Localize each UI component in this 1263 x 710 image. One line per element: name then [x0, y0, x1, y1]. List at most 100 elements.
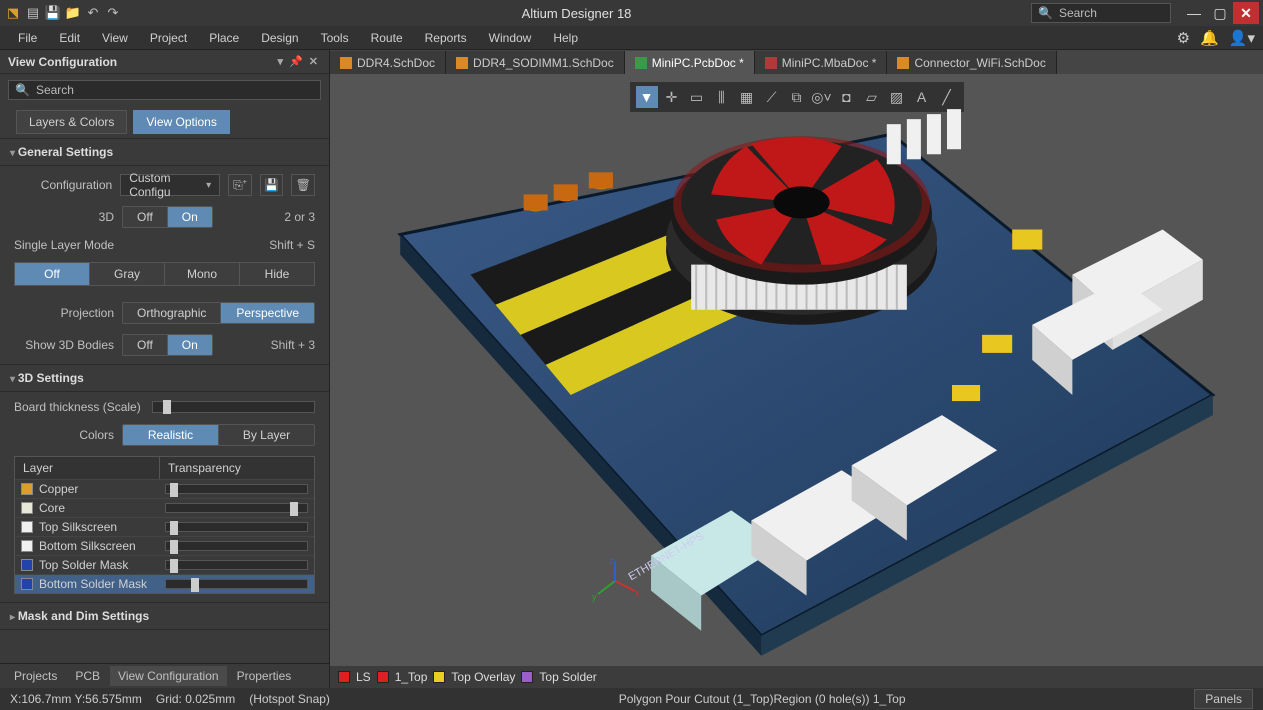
doc-tab[interactable]: DDR4_SODIMM1.SchDoc	[446, 51, 625, 74]
layer1-label[interactable]: 1_Top	[395, 670, 428, 684]
global-search[interactable]: 🔍 Search	[1031, 3, 1171, 23]
minimize-button[interactable]: —	[1181, 2, 1207, 24]
bell-icon[interactable]: 🔔	[1200, 29, 1219, 47]
solder-swatch[interactable]	[521, 671, 533, 683]
doc-icon	[340, 57, 352, 69]
tab-layers-colors[interactable]: Layers & Colors	[16, 110, 127, 134]
btab-properties[interactable]: Properties	[229, 666, 300, 686]
proj-ortho[interactable]: Orthographic	[123, 303, 221, 323]
transparency-slider[interactable]	[165, 484, 308, 494]
btab-view-config[interactable]: View Configuration	[110, 666, 227, 686]
redo-icon[interactable]: ↷	[104, 4, 122, 22]
layer1-swatch[interactable]	[377, 671, 389, 683]
panel-close-icon[interactable]: ✕	[306, 55, 321, 68]
proj-persp[interactable]: Perspective	[221, 303, 314, 323]
undo-icon[interactable]: ↶	[84, 4, 102, 22]
menu-view[interactable]: View	[92, 27, 138, 49]
d3-hint: 2 or 3	[284, 210, 315, 224]
search-icon: 🔍	[15, 83, 30, 97]
doc-tab[interactable]: Connector_WiFi.SchDoc	[887, 51, 1056, 74]
btab-pcb[interactable]: PCB	[67, 666, 108, 686]
layer-name: Copper	[39, 482, 159, 496]
layer-row[interactable]: Core	[15, 498, 314, 517]
panel-search[interactable]: 🔍 Search	[8, 80, 321, 100]
ls-swatch[interactable]	[338, 671, 350, 683]
bodies-on[interactable]: On	[168, 335, 212, 355]
pcb-3d-canvas[interactable]: ▼ ✛ ▭ ⫼ ▦ ⟋ ⧉ ◎˅ ◘ ▱ ▨ A ╱	[330, 74, 1263, 666]
thickness-slider[interactable]	[152, 401, 315, 413]
document-tabs: DDR4.SchDoc DDR4_SODIMM1.SchDoc MiniPC.Pcb…	[330, 50, 1263, 74]
search-icon: 🔍	[1038, 6, 1053, 20]
close-button[interactable]: ✕	[1233, 2, 1259, 24]
pin-icon[interactable]: 📌	[286, 55, 306, 68]
btab-projects[interactable]: Projects	[6, 666, 65, 686]
layer-row[interactable]: Top Solder Mask	[15, 555, 314, 574]
save-icon[interactable]: 💾	[44, 4, 62, 22]
layer-name: Bottom Solder Mask	[39, 577, 159, 591]
layer-row[interactable]: Bottom Silkscreen	[15, 536, 314, 555]
transparency-slider[interactable]	[165, 579, 308, 589]
tab-view-options[interactable]: View Options	[133, 110, 229, 134]
config-dropdown[interactable]: Custom Configu	[120, 174, 220, 196]
gear-icon[interactable]: ⚙	[1177, 29, 1190, 47]
colors-bylayer[interactable]: By Layer	[219, 425, 314, 445]
bodies-off[interactable]: Off	[123, 335, 168, 355]
doc-tab[interactable]: MiniPC.PcbDoc *	[625, 51, 755, 74]
layer-row[interactable]: Bottom Solder Mask	[15, 574, 314, 593]
doc-tab-label: DDR4_SODIMM1.SchDoc	[473, 56, 614, 70]
menu-route[interactable]: Route	[361, 27, 413, 49]
maximize-button[interactable]: ▢	[1207, 2, 1233, 24]
menu-reports[interactable]: Reports	[415, 27, 477, 49]
slm-hide[interactable]: Hide	[240, 263, 314, 285]
layer-swatch	[21, 540, 33, 552]
slm-gray[interactable]: Gray	[90, 263, 165, 285]
menu-design[interactable]: Design	[251, 27, 308, 49]
menu-tools[interactable]: Tools	[311, 27, 359, 49]
slm-mono[interactable]: Mono	[165, 263, 240, 285]
transparency-slider[interactable]	[165, 560, 308, 570]
overlay-swatch[interactable]	[433, 671, 445, 683]
panels-button[interactable]: Panels	[1194, 689, 1253, 709]
layer-name: Bottom Silkscreen	[39, 539, 159, 553]
menu-file[interactable]: File	[8, 27, 47, 49]
pcb-board-render: ETHERNET-HPS	[330, 74, 1263, 666]
layer-row[interactable]: Top Silkscreen	[15, 517, 314, 536]
new-icon[interactable]: ▤	[24, 4, 42, 22]
section-mask[interactable]: Mask and Dim Settings	[0, 602, 329, 630]
overlay-label[interactable]: Top Overlay	[451, 670, 515, 684]
doc-icon	[897, 57, 909, 69]
menu-window[interactable]: Window	[479, 27, 542, 49]
colors-label: Colors	[14, 428, 114, 442]
transparency-slider[interactable]	[165, 522, 308, 532]
layer-row[interactable]: Copper	[15, 479, 314, 498]
dropdown-icon[interactable]: ▾	[275, 55, 287, 68]
open-folder-icon[interactable]: 📁	[64, 4, 82, 22]
doc-tab[interactable]: MiniPC.MbaDoc *	[755, 51, 888, 74]
layer-name: Top Silkscreen	[39, 520, 159, 534]
transparency-slider[interactable]	[165, 541, 308, 551]
single-layer-hint: Shift + S	[269, 238, 315, 252]
user-icon[interactable]: 👤▾	[1229, 29, 1255, 47]
section-general[interactable]: General Settings	[0, 138, 329, 166]
slm-off[interactable]: Off	[15, 263, 90, 285]
menu-place[interactable]: Place	[199, 27, 249, 49]
config-save-button[interactable]: 💾	[260, 174, 284, 196]
d3-off[interactable]: Off	[123, 207, 168, 227]
menu-edit[interactable]: Edit	[49, 27, 90, 49]
menu-project[interactable]: Project	[140, 27, 197, 49]
doc-icon	[456, 57, 468, 69]
statusbar: X:106.7mm Y:56.575mm Grid: 0.025mm (Hots…	[0, 688, 1263, 710]
section-3d[interactable]: 3D Settings	[0, 364, 329, 392]
d3-on[interactable]: On	[168, 207, 212, 227]
ls-label[interactable]: LS	[356, 670, 371, 684]
solder-label[interactable]: Top Solder	[539, 670, 596, 684]
config-add-button[interactable]: ⎘⁺	[228, 174, 252, 196]
transparency-slider[interactable]	[165, 503, 308, 513]
menubar: File Edit View Project Place Design Tool…	[0, 26, 1263, 50]
colors-realistic[interactable]: Realistic	[123, 425, 219, 445]
menu-help[interactable]: Help	[543, 27, 588, 49]
config-delete-button[interactable]: 🗑	[291, 174, 315, 196]
doc-tab[interactable]: DDR4.SchDoc	[330, 51, 446, 74]
show-bodies-label: Show 3D Bodies	[14, 338, 114, 352]
axis-gizmo: x y z	[590, 556, 640, 606]
